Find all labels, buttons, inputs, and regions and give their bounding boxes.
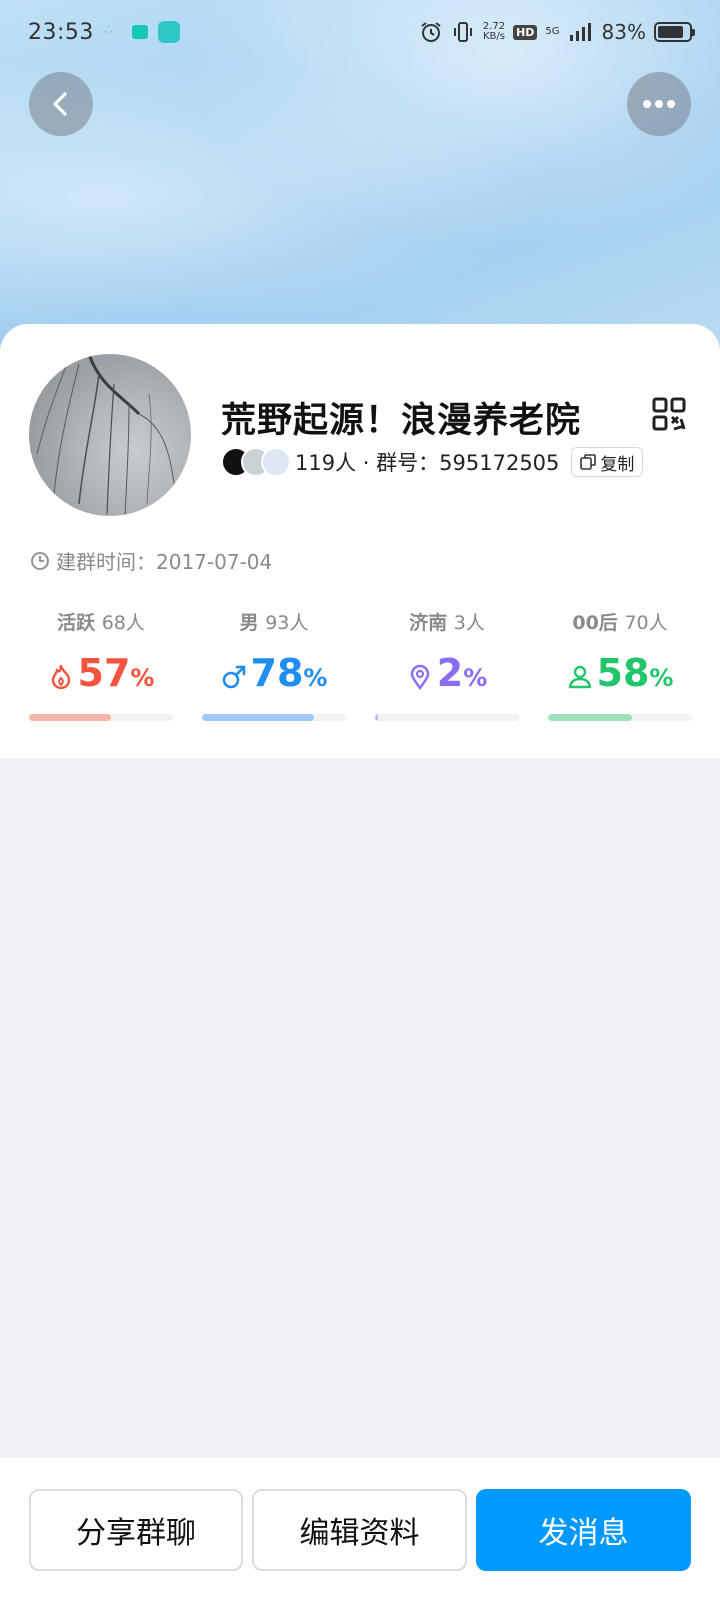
created-date-row: 建群时间：2017-07-04 (30, 546, 272, 575)
stat-bar-track (375, 714, 519, 721)
network-speed-unit: KB/s (482, 31, 505, 42)
battery-icon (654, 22, 695, 42)
group-id-label: 群号： (376, 451, 440, 475)
member-avatars[interactable] (221, 447, 291, 477)
stat-unit: % (303, 664, 328, 692)
stat-name: 活跃 (57, 612, 96, 634)
stat-bar-fill (202, 714, 315, 721)
flame-icon (51, 664, 70, 690)
stat-percent: 58 (596, 651, 650, 695)
stat-bar-fill (375, 714, 378, 721)
hd-badge: HD (513, 24, 538, 40)
copy-id-button[interactable]: 复制 (571, 447, 644, 477)
stat-unit: % (130, 664, 155, 692)
stat-percent: 57 (77, 651, 131, 695)
stat-age[interactable]: 00后 70人 58% (548, 608, 692, 724)
copy-icon (580, 454, 597, 470)
stat-label: 济南 3人 (375, 608, 519, 635)
stat-value: 58% (548, 653, 692, 693)
member-count: 119人 (295, 451, 357, 475)
chevron-left-icon (53, 92, 67, 116)
location-pin-icon (410, 664, 429, 690)
stat-unit: % (649, 664, 674, 692)
qr-code-icon[interactable] (652, 397, 686, 431)
stat-label: 00后 70人 (548, 608, 692, 635)
group-id-value: 595172505 (439, 451, 560, 475)
more-options-button[interactable] (627, 72, 691, 136)
app-notification-icon (131, 25, 148, 39)
group-avatar[interactable] (29, 354, 191, 516)
share-group-button[interactable]: 分享群聊 (29, 1489, 243, 1571)
status-left: 23:53 ∴ (28, 20, 180, 45)
stat-name: 男 (239, 612, 259, 634)
stat-male[interactable]: 男 93人 78% (202, 608, 346, 724)
stat-percent: 78 (250, 651, 304, 695)
battery-percent: 83% (601, 20, 646, 44)
stat-label: 活跃 68人 (29, 608, 173, 635)
network-speed: 2.72 KB/s (483, 22, 505, 42)
stat-value: 2% (375, 653, 519, 693)
status-right: 2.72 KB/s HD 5G 83% (419, 20, 695, 44)
network-type: 5G (545, 26, 560, 37)
alarm-icon (421, 22, 441, 42)
group-meta-row: 119人 · 群号：595172505 复制 (221, 446, 644, 478)
status-bar: 23:53 ∴ 2.72 KB/s HD 5G 83% (0, 0, 720, 64)
person-icon (568, 665, 591, 689)
created-label: 建群时间： (56, 550, 156, 574)
back-button[interactable] (29, 72, 93, 136)
stat-bar-fill (29, 714, 112, 721)
stat-count: 70人 (624, 612, 668, 634)
stat-count: 3人 (453, 612, 485, 634)
stat-value: 78% (202, 653, 346, 693)
edit-profile-button[interactable]: 编辑资料 (252, 1489, 467, 1571)
stat-bar-fill (548, 714, 632, 721)
notification-dots-icon: ∴ (103, 22, 113, 38)
willow-branches-image (36, 354, 175, 516)
separator-dot: · (362, 451, 370, 475)
member-avatar (261, 447, 291, 477)
stat-location[interactable]: 济南 3人 2% (375, 608, 519, 724)
stat-name: 济南 (409, 612, 448, 634)
stat-name: 00后 (572, 612, 618, 634)
stat-label: 男 93人 (202, 608, 346, 635)
chat-app-notification-icon (157, 21, 180, 43)
send-message-button[interactable]: 发消息 (476, 1489, 691, 1571)
stat-value: 57% (29, 653, 173, 693)
stat-bar-track (29, 714, 173, 721)
vibrate-icon (453, 22, 472, 42)
member-count-and-id: 119人 · 群号：595172505 (295, 447, 559, 477)
status-time: 23:53 (28, 19, 94, 45)
more-dots-icon (643, 100, 675, 108)
stat-unit: % (463, 664, 488, 692)
signal-icon (569, 23, 591, 41)
stat-bar-track (548, 714, 692, 721)
created-date: 2017-07-04 (156, 550, 273, 574)
stat-count: 93人 (265, 612, 309, 634)
stat-percent: 2 (436, 651, 464, 695)
stat-bar-track (202, 714, 346, 721)
stat-count: 68人 (101, 612, 145, 634)
clock-icon (31, 551, 49, 570)
male-icon (222, 665, 245, 689)
battery-level-fill (658, 26, 683, 38)
group-name: 荒野起源！浪漫养老院 (221, 401, 582, 441)
stat-active[interactable]: 活跃 68人 57% (29, 608, 173, 724)
copy-label: 复制 (600, 454, 635, 475)
